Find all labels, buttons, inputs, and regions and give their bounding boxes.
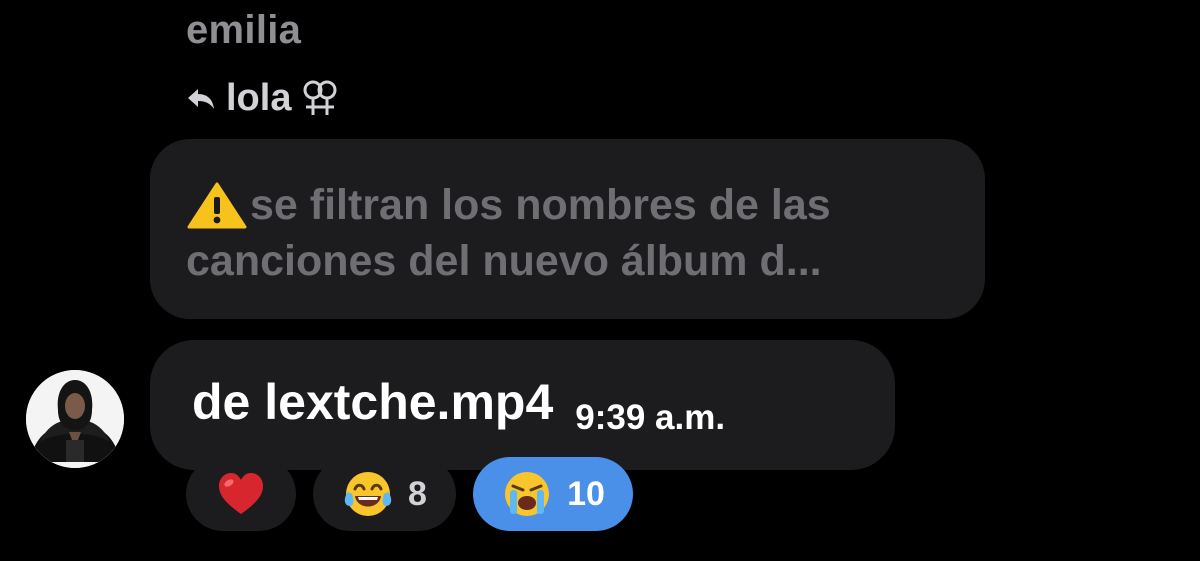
reply-to-name: lola bbox=[226, 76, 292, 119]
sender-name: emilia bbox=[186, 8, 302, 52]
quoted-line-2: canciones del nuevo álbum d... bbox=[186, 233, 949, 289]
reply-header[interactable]: lola bbox=[186, 76, 339, 120]
reaction-laugh-count: 8 bbox=[408, 474, 427, 513]
red-heart-icon bbox=[215, 468, 267, 520]
message-timestamp: 9:39 a.m. bbox=[575, 398, 726, 437]
face-with-tears-of-joy-icon bbox=[342, 468, 394, 520]
quoted-text-line-2: canciones del nuevo álbum d... bbox=[186, 237, 822, 285]
quoted-line-1: se filtran los nombres de las bbox=[186, 177, 949, 233]
reactions-row: 8 10 bbox=[186, 457, 633, 531]
warning-icon bbox=[186, 181, 248, 229]
double-female-symbol-icon bbox=[301, 78, 339, 118]
quoted-message-bubble[interactable]: se filtran los nombres de las canciones … bbox=[150, 139, 985, 319]
reaction-cry-count: 10 bbox=[567, 474, 605, 513]
loudly-crying-face-icon bbox=[501, 468, 553, 520]
quoted-text-line-1: se filtran los nombres de las bbox=[250, 181, 831, 229]
reply-arrow-icon bbox=[186, 83, 216, 113]
avatar[interactable] bbox=[26, 370, 124, 468]
message-text: de lextche.mp4 bbox=[192, 374, 554, 430]
reaction-laugh-button[interactable]: 8 bbox=[313, 457, 456, 531]
reaction-cry-button[interactable]: 10 bbox=[473, 457, 633, 531]
reaction-heart-button[interactable] bbox=[186, 457, 296, 531]
message-bubble[interactable]: de lextche.mp4 9:39 a.m. bbox=[150, 340, 895, 470]
